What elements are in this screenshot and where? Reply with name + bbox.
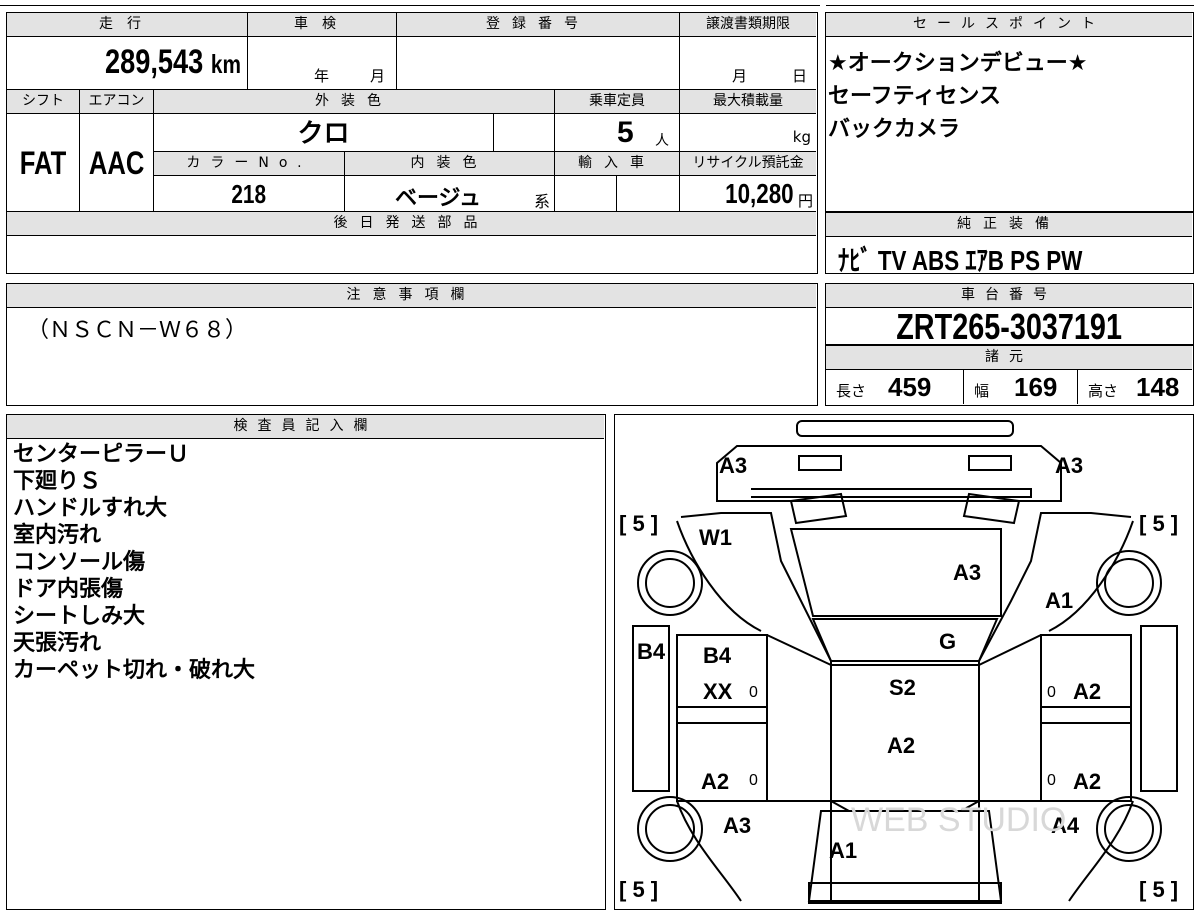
recycle-header: リサイクル預託金 bbox=[680, 152, 816, 176]
tread-rear-left: [ 5 ] bbox=[619, 877, 658, 902]
capacity-value: 5 人 bbox=[555, 114, 680, 152]
transfer-deadline-header: 譲渡書類期限 bbox=[680, 13, 816, 37]
inspector-note: ドア内張傷 bbox=[13, 577, 124, 602]
shift-header: シフト bbox=[7, 90, 80, 114]
inspector-note: 天張汚れ bbox=[13, 631, 102, 656]
notes-block: 注意事項欄 （ＮＳＣＮ－Ｗ６８） bbox=[6, 283, 818, 406]
inspector-block: 検査員記入欄 センターピラーＵ 下廻りＳ ハンドルすれ大 室内汚れ コンソール傷… bbox=[6, 414, 606, 910]
import-value-2 bbox=[617, 176, 680, 212]
max-load-value: kg bbox=[680, 114, 816, 152]
mark-windshield: G bbox=[939, 629, 956, 654]
spec-length: 長さ 459 bbox=[826, 370, 964, 404]
small-mark: 0 bbox=[1047, 772, 1056, 789]
equipment-block: 純正装備 ﾅﾋﾞ TV ABS ｴｱB PS PW bbox=[825, 212, 1194, 276]
recycle-value: 10,280 円 bbox=[680, 176, 816, 212]
mark-hood: A3 bbox=[953, 560, 981, 585]
car-diagram: [ 5 ] [ 5 ] [ 5 ] [ 5 ] A3 A3 W1 A3 A1 G… bbox=[619, 420, 1178, 904]
color-no-value: 218 bbox=[154, 176, 345, 212]
chassis-block: 車台番号 ZRT265-3037191 bbox=[825, 283, 1194, 347]
specs-block: 諸元 長さ 459 幅 169 高さ 148 bbox=[825, 345, 1194, 406]
interior-color-header: 内装色 bbox=[345, 152, 555, 176]
capacity-header: 乗車定員 bbox=[555, 90, 680, 114]
car-diagram-block: [ 5 ] [ 5 ] [ 5 ] [ 5 ] A3 A3 W1 A3 A1 G… bbox=[614, 414, 1194, 910]
exterior-color-header: 外装色 bbox=[154, 90, 555, 114]
inspector-header: 検査員記入欄 bbox=[7, 415, 604, 439]
vehicle-info-block: 走行 車検 登録番号 譲渡書類期限 289,543 km 年 月 月 日 シフト… bbox=[6, 12, 818, 274]
inspector-note: カーペット切れ・破れ大 bbox=[13, 658, 256, 683]
exterior-color-extra bbox=[494, 114, 555, 152]
specs-header: 諸元 bbox=[826, 346, 1192, 370]
transfer-deadline-value: 月 日 bbox=[680, 37, 816, 90]
chassis-number: ZRT265-3037191 bbox=[896, 306, 1122, 347]
small-mark: 0 bbox=[749, 772, 758, 789]
mark-front-right: A3 bbox=[1055, 453, 1083, 478]
registration-value bbox=[397, 37, 680, 90]
mark-fender-left: W1 bbox=[699, 525, 732, 550]
mark-trunk: A1 bbox=[829, 838, 857, 863]
small-mark: 0 bbox=[749, 684, 758, 701]
registration-header: 登録番号 bbox=[397, 13, 680, 37]
spec-width: 幅 169 bbox=[964, 370, 1078, 404]
mark-left-sill: B4 bbox=[637, 639, 666, 664]
notes-header: 注意事項欄 bbox=[7, 284, 816, 308]
aircon-header: エアコン bbox=[80, 90, 154, 114]
mark-roof: S2 bbox=[889, 675, 916, 700]
sales-point-item: バックカメラ bbox=[828, 117, 961, 142]
inspector-note: コンソール傷 bbox=[13, 550, 146, 575]
small-mark: 0 bbox=[1047, 684, 1056, 701]
inspection-header: 車検 bbox=[248, 13, 397, 37]
aircon-value: AAC bbox=[80, 114, 154, 212]
chassis-header: 車台番号 bbox=[826, 284, 1192, 308]
sales-point-item: ★オークションデビュー★ bbox=[828, 51, 1088, 76]
color-no-header: カラーNo. bbox=[154, 152, 345, 176]
interior-color-value: ベージュ 系 bbox=[345, 176, 555, 212]
inspector-note: ハンドルすれ大 bbox=[13, 496, 168, 521]
mark-front-door-left: B4 bbox=[703, 643, 732, 668]
import-value-1 bbox=[555, 176, 617, 212]
mark-front-door-right: A2 bbox=[1073, 679, 1101, 704]
exterior-color-value: クロ bbox=[154, 114, 494, 152]
mark-rear-door-right: A2 bbox=[1073, 769, 1101, 794]
mark-front-left: A3 bbox=[719, 453, 747, 478]
mileage-value: 289,543 km bbox=[7, 37, 248, 90]
sales-points-header: セールスポイント bbox=[826, 13, 1192, 37]
shift-value: FAT bbox=[7, 114, 80, 212]
equipment-value: ﾅﾋﾞ TV ABS ｴｱB PS PW bbox=[838, 245, 1083, 276]
inspector-note: 下廻りＳ bbox=[13, 469, 102, 494]
sales-points-block: セールスポイント ★オークションデビュー★ セーフティセンス バックカメラ bbox=[825, 12, 1194, 212]
mark-rear-fender-left: A3 bbox=[723, 813, 751, 838]
tread-rear-right: [ 5 ] bbox=[1139, 877, 1178, 902]
inspector-note: シートしみ大 bbox=[13, 604, 146, 629]
equipment-header: 純正装備 bbox=[826, 213, 1192, 237]
watermark: WEB STUDIO bbox=[851, 801, 1066, 839]
spec-height: 高さ 148 bbox=[1088, 372, 1180, 402]
sales-point-item: セーフティセンス bbox=[828, 84, 1001, 109]
mark-center: A2 bbox=[887, 733, 915, 758]
inspector-note: センターピラーＵ bbox=[13, 442, 190, 467]
top-strip bbox=[0, 0, 1200, 8]
inspector-note: 室内汚れ bbox=[13, 523, 102, 548]
notes-value: （ＮＳＣＮ－Ｗ６８） bbox=[27, 318, 248, 343]
mark-rear-door-left: A2 bbox=[701, 769, 729, 794]
mark-fender-right: A1 bbox=[1045, 588, 1073, 613]
inspection-value: 年 月 bbox=[248, 37, 397, 90]
import-header: 輸入車 bbox=[555, 152, 680, 176]
tread-front-left: [ 5 ] bbox=[619, 511, 658, 536]
tread-front-right: [ 5 ] bbox=[1139, 511, 1178, 536]
mark-front-door-left-2: XX bbox=[703, 679, 733, 704]
mileage-header: 走行 bbox=[7, 13, 248, 37]
max-load-header: 最大積載量 bbox=[680, 90, 816, 114]
later-parts-header: 後日発送部品 bbox=[7, 212, 816, 236]
later-parts-value bbox=[7, 236, 816, 272]
